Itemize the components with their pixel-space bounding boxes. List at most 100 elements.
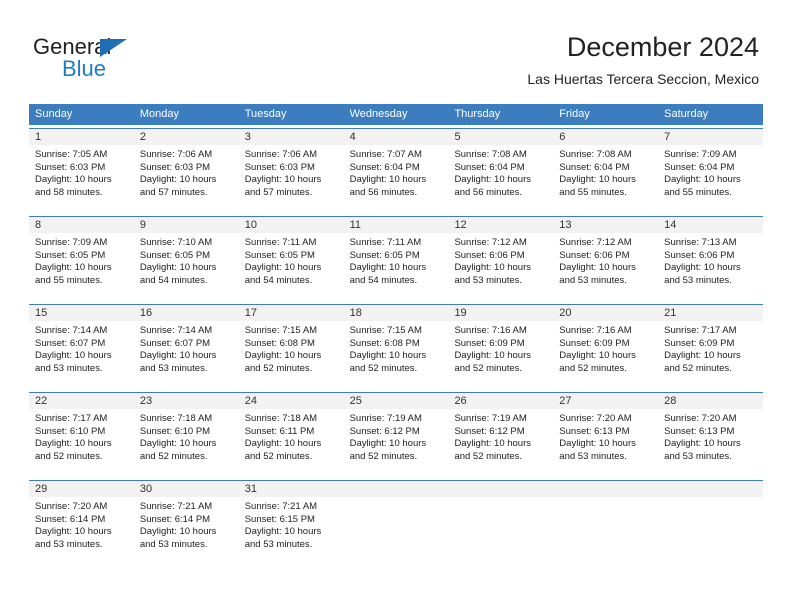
day-cell[interactable]: 12 Sunrise: 7:12 AM Sunset: 6:06 PM Dayl… bbox=[448, 217, 554, 301]
day-cell[interactable]: 8 Sunrise: 7:09 AM Sunset: 6:05 PM Dayli… bbox=[29, 217, 134, 301]
daylight-text-line1: Daylight: 10 hours bbox=[454, 262, 532, 274]
day-details: Sunrise: 7:15 AM Sunset: 6:08 PM Dayligh… bbox=[344, 321, 449, 375]
daylight-text-line1: Daylight: 10 hours bbox=[559, 174, 636, 186]
daylight-text-line1: Daylight: 10 hours bbox=[559, 438, 636, 450]
sunset-text: Sunset: 6:05 PM bbox=[349, 249, 420, 261]
day-cell[interactable]: 4 Sunrise: 7:07 AM Sunset: 6:04 PM Dayli… bbox=[343, 129, 449, 213]
daylight-text-line2: and 52 minutes. bbox=[349, 362, 418, 374]
day-details: Sunrise: 7:17 AM Sunset: 6:09 PM Dayligh… bbox=[658, 321, 763, 375]
day-number: 7 bbox=[658, 129, 764, 145]
sunrise-text: Sunrise: 7:11 AM bbox=[349, 237, 422, 248]
day-cell[interactable]: 30 Sunrise: 7:21 AM Sunset: 6:14 PM Dayl… bbox=[133, 481, 239, 565]
sunrise-text: Sunrise: 7:13 AM bbox=[664, 237, 737, 248]
sunset-text: Sunset: 6:14 PM bbox=[35, 513, 106, 525]
logo-triangle-icon bbox=[100, 39, 127, 57]
sunrise-text: Sunrise: 7:18 AM bbox=[244, 413, 318, 424]
page-title: December 2024 bbox=[566, 32, 759, 62]
day-details: Sunrise: 7:21 AM Sunset: 6:15 PM Dayligh… bbox=[239, 497, 344, 551]
day-cell[interactable]: 5 Sunrise: 7:08 AM Sunset: 6:04 PM Dayli… bbox=[448, 129, 554, 213]
sunset-text: Sunset: 6:09 PM bbox=[454, 337, 525, 349]
daylight-text-line1: Daylight: 10 hours bbox=[35, 526, 112, 538]
weekday-header-row: Sunday Monday Tuesday Wednesday Thursday… bbox=[29, 104, 763, 125]
daylight-text-line1: Daylight: 10 hours bbox=[454, 174, 532, 186]
sunset-text: Sunset: 6:06 PM bbox=[559, 249, 630, 261]
sunrise-text: Sunrise: 7:17 AM bbox=[35, 413, 108, 424]
day-cell[interactable]: 9 Sunrise: 7:10 AM Sunset: 6:05 PM Dayli… bbox=[133, 217, 239, 301]
daylight-text-line2: and 52 minutes. bbox=[664, 362, 732, 374]
sunset-text: Sunset: 6:14 PM bbox=[139, 513, 211, 525]
day-cell[interactable]: 3 Sunrise: 7:06 AM Sunset: 6:03 PM Dayli… bbox=[238, 129, 344, 213]
daylight-text-line2: and 56 minutes. bbox=[349, 186, 418, 198]
daylight-text-line2: and 52 minutes. bbox=[244, 362, 313, 374]
daylight-text-line2: and 54 minutes. bbox=[139, 274, 208, 286]
day-number: 2 bbox=[133, 129, 239, 145]
sunrise-text: Sunrise: 7:06 AM bbox=[244, 149, 318, 160]
sunset-text: Sunset: 6:05 PM bbox=[244, 249, 315, 261]
day-details: Sunrise: 7:06 AM Sunset: 6:03 PM Dayligh… bbox=[134, 145, 239, 199]
day-cell[interactable]: 17 Sunrise: 7:15 AM Sunset: 6:08 PM Dayl… bbox=[238, 305, 344, 389]
daylight-text-line2: and 53 minutes. bbox=[559, 450, 627, 462]
day-cell[interactable]: 10 Sunrise: 7:11 AM Sunset: 6:05 PM Dayl… bbox=[238, 217, 344, 301]
day-number: 20 bbox=[553, 305, 659, 321]
daylight-text-line2: and 52 minutes. bbox=[139, 450, 208, 462]
sunrise-text: Sunrise: 7:14 AM bbox=[35, 325, 108, 336]
day-cell[interactable]: 28 Sunrise: 7:20 AM Sunset: 6:13 PM Dayl… bbox=[658, 393, 764, 477]
day-cell[interactable]: 20 Sunrise: 7:16 AM Sunset: 6:09 PM Dayl… bbox=[553, 305, 659, 389]
day-cell[interactable]: 16 Sunrise: 7:14 AM Sunset: 6:07 PM Dayl… bbox=[133, 305, 239, 389]
day-cell[interactable]: 18 Sunrise: 7:15 AM Sunset: 6:08 PM Dayl… bbox=[343, 305, 449, 389]
day-cell[interactable]: 19 Sunrise: 7:16 AM Sunset: 6:09 PM Dayl… bbox=[448, 305, 554, 389]
day-number bbox=[553, 481, 659, 497]
day-cell[interactable]: 23 Sunrise: 7:18 AM Sunset: 6:10 PM Dayl… bbox=[133, 393, 239, 477]
sunrise-text: Sunrise: 7:12 AM bbox=[454, 237, 527, 248]
sunrise-text: Sunrise: 7:15 AM bbox=[244, 325, 318, 336]
daylight-text-line2: and 58 minutes. bbox=[35, 186, 103, 198]
daylight-text-line1: Daylight: 10 hours bbox=[139, 262, 217, 274]
daylight-text-line1: Daylight: 10 hours bbox=[139, 174, 217, 186]
day-cell[interactable]: 21 Sunrise: 7:17 AM Sunset: 6:09 PM Dayl… bbox=[658, 305, 764, 389]
week-row: 8 Sunrise: 7:09 AM Sunset: 6:05 PM Dayli… bbox=[29, 216, 764, 301]
day-details: Sunrise: 7:16 AM Sunset: 6:09 PM Dayligh… bbox=[448, 321, 553, 375]
daylight-text-line2: and 53 minutes. bbox=[35, 538, 103, 550]
day-cell[interactable]: 15 Sunrise: 7:14 AM Sunset: 6:07 PM Dayl… bbox=[29, 305, 134, 389]
sunset-text: Sunset: 6:06 PM bbox=[664, 249, 735, 261]
day-cell[interactable]: 2 Sunrise: 7:06 AM Sunset: 6:03 PM Dayli… bbox=[133, 129, 239, 213]
sunrise-text: Sunrise: 7:20 AM bbox=[664, 413, 737, 424]
sunrise-text: Sunrise: 7:18 AM bbox=[139, 413, 213, 424]
day-number: 3 bbox=[238, 129, 344, 145]
day-cell[interactable]: 6 Sunrise: 7:08 AM Sunset: 6:04 PM Dayli… bbox=[553, 129, 659, 213]
day-cell[interactable]: 26 Sunrise: 7:19 AM Sunset: 6:12 PM Dayl… bbox=[448, 393, 554, 477]
day-cell[interactable]: 7 Sunrise: 7:09 AM Sunset: 6:04 PM Dayli… bbox=[658, 129, 764, 213]
daylight-text-line1: Daylight: 10 hours bbox=[244, 350, 322, 362]
daylight-text-line1: Daylight: 10 hours bbox=[349, 438, 427, 450]
day-details: Sunrise: 7:13 AM Sunset: 6:06 PM Dayligh… bbox=[658, 233, 763, 287]
daylight-text-line2: and 53 minutes. bbox=[664, 450, 732, 462]
week-row: 15 Sunrise: 7:14 AM Sunset: 6:07 PM Dayl… bbox=[29, 304, 764, 389]
day-cell[interactable]: 13 Sunrise: 7:12 AM Sunset: 6:06 PM Dayl… bbox=[553, 217, 659, 301]
day-cell[interactable]: 27 Sunrise: 7:20 AM Sunset: 6:13 PM Dayl… bbox=[553, 393, 659, 477]
day-cell[interactable]: 22 Sunrise: 7:17 AM Sunset: 6:10 PM Dayl… bbox=[29, 393, 134, 477]
day-cell[interactable]: 31 Sunrise: 7:21 AM Sunset: 6:15 PM Dayl… bbox=[238, 481, 344, 565]
day-cell[interactable]: 25 Sunrise: 7:19 AM Sunset: 6:12 PM Dayl… bbox=[343, 393, 449, 477]
general-blue-logo[interactable]: General Blue bbox=[33, 36, 163, 82]
week-row: 1 Sunrise: 7:05 AM Sunset: 6:03 PM Dayli… bbox=[29, 128, 764, 213]
day-number: 26 bbox=[448, 393, 554, 409]
sunset-text: Sunset: 6:04 PM bbox=[349, 161, 420, 173]
day-cell[interactable]: 29 Sunrise: 7:20 AM Sunset: 6:14 PM Dayl… bbox=[29, 481, 134, 565]
day-details: Sunrise: 7:18 AM Sunset: 6:11 PM Dayligh… bbox=[239, 409, 344, 463]
weekday-header-tuesday: Tuesday bbox=[244, 108, 287, 120]
sunset-text: Sunset: 6:04 PM bbox=[664, 161, 735, 173]
day-details: Sunrise: 7:05 AM Sunset: 6:03 PM Dayligh… bbox=[29, 145, 134, 199]
day-details: Sunrise: 7:17 AM Sunset: 6:10 PM Dayligh… bbox=[29, 409, 134, 463]
day-number bbox=[658, 481, 764, 497]
day-number: 1 bbox=[29, 129, 134, 145]
day-cell[interactable]: 14 Sunrise: 7:13 AM Sunset: 6:06 PM Dayl… bbox=[658, 217, 764, 301]
day-number: 9 bbox=[133, 217, 239, 233]
sunrise-text: Sunrise: 7:20 AM bbox=[35, 501, 108, 512]
sunrise-text: Sunrise: 7:09 AM bbox=[664, 149, 737, 160]
day-number bbox=[343, 481, 449, 497]
day-cell-empty bbox=[658, 481, 764, 565]
daylight-text-line2: and 57 minutes. bbox=[139, 186, 208, 198]
day-cell[interactable]: 24 Sunrise: 7:18 AM Sunset: 6:11 PM Dayl… bbox=[238, 393, 344, 477]
day-cell[interactable]: 11 Sunrise: 7:11 AM Sunset: 6:05 PM Dayl… bbox=[343, 217, 449, 301]
day-cell[interactable]: 1 Sunrise: 7:05 AM Sunset: 6:03 PM Dayli… bbox=[29, 129, 134, 213]
